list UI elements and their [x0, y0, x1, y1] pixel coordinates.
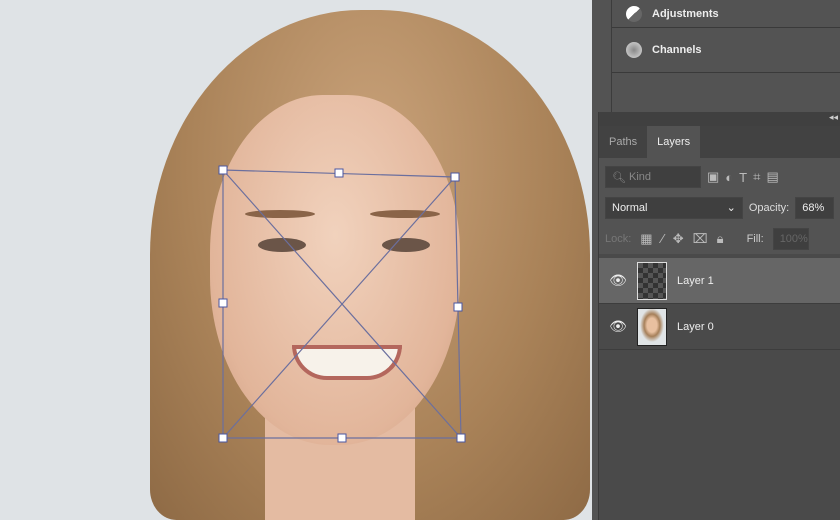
transform-handle — [218, 165, 228, 175]
tab-layers[interactable]: Layers — [647, 126, 701, 158]
lock-artboard-icon[interactable]: ⌧ — [693, 231, 708, 247]
search-icon: 🔍︎ — [612, 171, 626, 184]
lock-paint-brush-icon[interactable]: ⁄ — [662, 231, 664, 246]
transform-handle — [218, 298, 228, 308]
adjustments-panel-button[interactable]: Adjustments — [612, 0, 840, 28]
fill-input[interactable]: 100% — [772, 227, 809, 250]
channels-icon — [626, 42, 642, 58]
transform-handle — [337, 433, 347, 443]
transform-handle — [218, 433, 228, 443]
layers-panel: ◂◂ Paths Layers 🔍︎ Kind ▣ ◐ T ⌗ ▤ Normal… — [598, 112, 840, 520]
layer-thumbnail — [637, 307, 667, 346]
filter-smart-object-icon[interactable]: ▤ — [766, 169, 778, 185]
adjustments-icon — [626, 5, 642, 22]
filter-shape-icon[interactable]: ⌗ — [753, 169, 760, 185]
document-canvas[interactable] — [0, 0, 592, 520]
fill-value: 100% — [779, 232, 808, 245]
layer-row[interactable]: 👁︎ Layer 1 — [599, 258, 840, 304]
filter-type-icon[interactable]: T — [739, 170, 747, 185]
collapse-button[interactable]: ◂◂ — [599, 112, 840, 126]
lock-position-move-icon[interactable]: ✥ — [673, 231, 684, 247]
transform-handle — [453, 302, 463, 312]
layer-name: Layer 0 — [677, 320, 714, 333]
layer-name: Layer 1 — [677, 274, 714, 287]
lock-transparent-icon[interactable]: ▦ — [640, 231, 652, 247]
layer-thumbnail — [637, 261, 667, 300]
filter-kind-label: Kind — [629, 171, 652, 183]
filter-adjustment-icon[interactable]: ◐ — [725, 170, 733, 185]
opacity-input[interactable]: 68% — [795, 196, 834, 219]
tab-paths[interactable]: Paths — [599, 126, 647, 158]
channels-label: Channels — [652, 44, 702, 56]
transform-handle — [450, 172, 460, 182]
chevron-down-icon: ⌄ — [726, 202, 736, 214]
opacity-label: Opacity: — [748, 201, 790, 214]
lock-label: Lock: — [605, 232, 632, 245]
opacity-value: 68% — [802, 201, 825, 214]
collapsed-panels: Adjustments Channels — [592, 0, 840, 112]
visibility-eye-icon[interactable]: 👁︎ — [599, 318, 637, 335]
layer-row[interactable]: 👁︎ Layer 0 — [599, 304, 840, 350]
visibility-eye-icon[interactable]: 👁︎ — [599, 272, 637, 289]
transform-handle — [456, 433, 466, 443]
free-transform-box[interactable] — [0, 0, 592, 520]
adjustments-label: Adjustments — [652, 7, 719, 20]
filter-pixel-icon[interactable]: ▣ — [707, 169, 719, 185]
fill-label: Fill: — [746, 232, 764, 245]
filter-kind-select[interactable]: 🔍︎ Kind — [605, 166, 701, 188]
channels-panel-button[interactable]: Channels — [612, 28, 840, 73]
blend-mode-value: Normal — [612, 201, 648, 214]
blend-mode-select[interactable]: Normal ⌄ — [605, 196, 743, 219]
lock-all-icon[interactable]: 🔒︎ — [717, 231, 724, 247]
transform-handle — [334, 168, 344, 178]
